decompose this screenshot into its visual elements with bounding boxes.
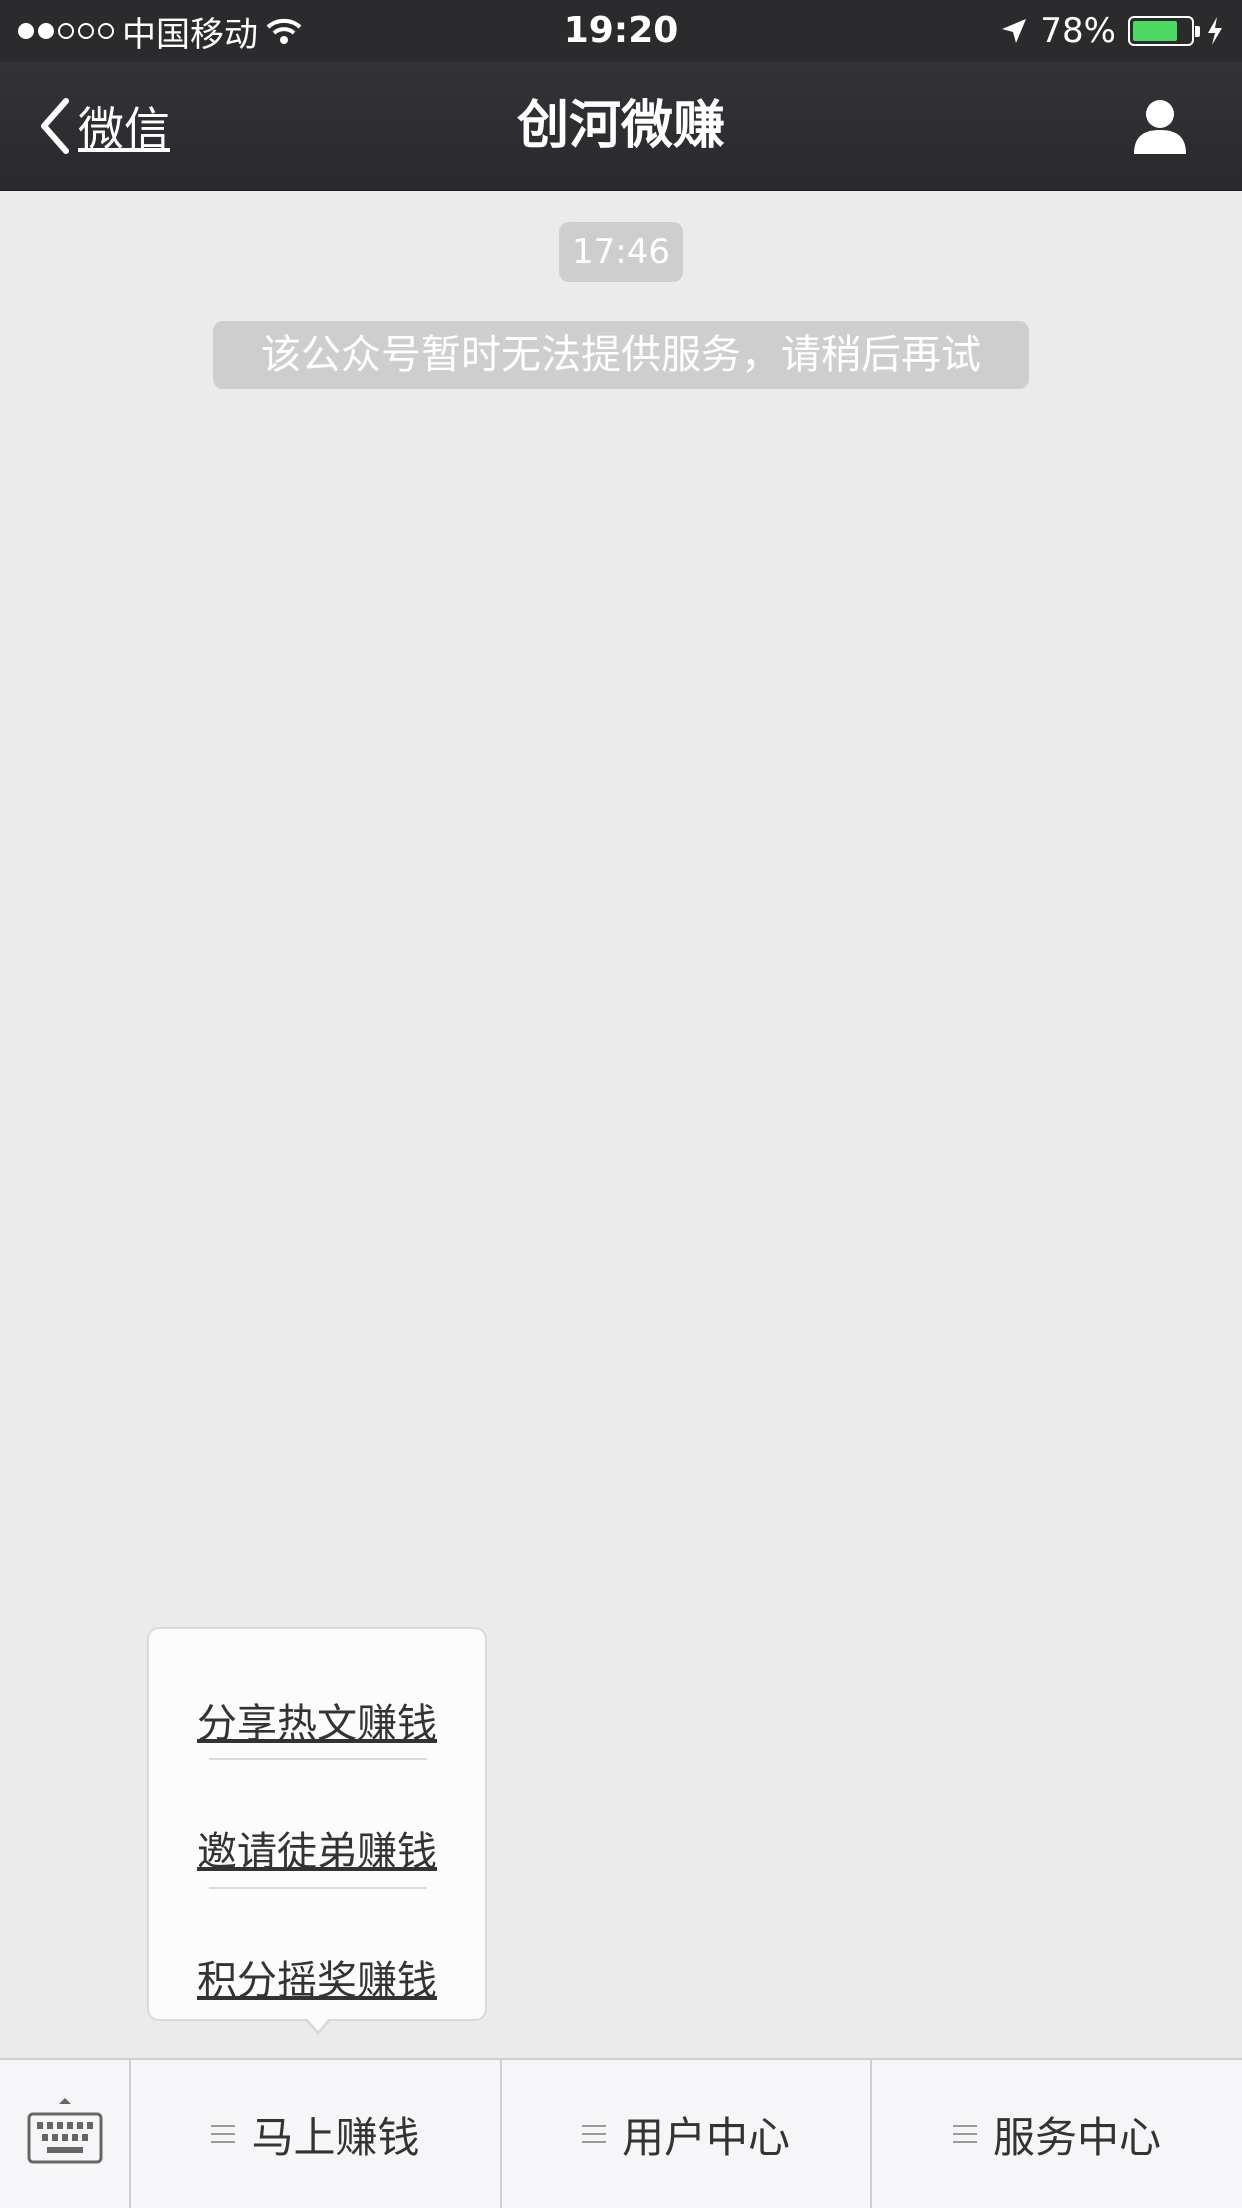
status-bar-right: 78%: [1000, 10, 1224, 52]
bottom-menu-bar: 马上赚钱 用户中心 服务中心: [0, 2058, 1242, 2208]
signal-dots-icon: [18, 23, 114, 39]
menu-tab-earn-now[interactable]: 马上赚钱: [131, 2060, 502, 2208]
navigation-bar: 微信 创河微赚: [0, 62, 1242, 191]
system-message: 该公众号暂时无法提供服务，请稍后再试: [213, 321, 1029, 389]
submenu-pointer-fill: [306, 2017, 330, 2031]
status-bar: 中国移动 19:20 78%: [0, 0, 1242, 62]
submenu-divider: [209, 1887, 427, 1889]
chevron-left-icon: [41, 98, 69, 154]
hamburger-icon: [952, 2125, 977, 2143]
wifi-icon: [266, 18, 302, 44]
status-bar-left: 中国移动: [18, 10, 302, 55]
keyboard-toggle-button[interactable]: [0, 2060, 131, 2208]
submenu-item-lottery[interactable]: 积分摇奖赚钱: [149, 1936, 485, 2026]
message-timestamp: 17:46: [559, 222, 683, 282]
menu-tab-label: 马上赚钱: [251, 2112, 420, 2162]
keyboard-icon: [27, 2098, 103, 2164]
person-icon[interactable]: [1130, 96, 1190, 156]
hamburger-icon: [581, 2125, 606, 2143]
menu-tab-label: 用户中心: [621, 2112, 790, 2162]
back-button-label: 微信: [78, 102, 170, 156]
page-title: 创河微赚: [516, 96, 725, 156]
menu-tab-service-center[interactable]: 服务中心: [872, 2060, 1242, 2208]
submenu-divider: [209, 1758, 427, 1760]
hamburger-icon: [211, 2125, 236, 2143]
carrier-name: 中国移动: [122, 14, 258, 55]
submenu-popup: 分享热文赚钱 邀请徒弟赚钱 积分摇奖赚钱: [147, 1627, 487, 2021]
charging-bolt-icon: [1208, 17, 1222, 45]
menu-tab-user-center[interactable]: 用户中心: [502, 2060, 872, 2208]
back-button[interactable]: 微信: [38, 92, 170, 160]
menu-tab-label: 服务中心: [992, 2112, 1161, 2162]
battery-icon: [1128, 16, 1200, 46]
submenu-item-share-articles[interactable]: 分享热文赚钱: [149, 1679, 485, 1769]
location-arrow-icon: [1002, 19, 1027, 43]
submenu-item-invite-apprentice[interactable]: 邀请徒弟赚钱: [149, 1807, 485, 1897]
battery-percent: 78%: [1040, 11, 1116, 51]
